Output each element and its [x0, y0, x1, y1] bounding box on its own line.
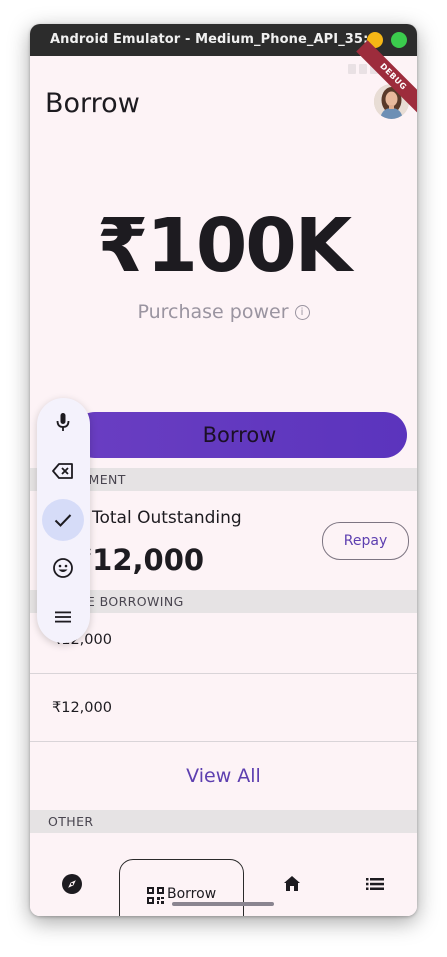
divider [30, 741, 417, 742]
mic-button[interactable] [42, 401, 84, 443]
backspace-icon [52, 463, 73, 479]
borrow-button[interactable]: Borrow [72, 412, 407, 458]
nav-item-borrow[interactable]: Borrow [119, 859, 244, 916]
done-button[interactable] [42, 499, 84, 541]
repay-button[interactable]: Repay [322, 522, 409, 560]
app-screen: DEBUG Borrow ₹100K Purchase power i Borro… [30, 40, 417, 916]
mic-icon [56, 413, 70, 431]
emoji-icon [53, 558, 73, 578]
purchase-power-row: Purchase power i [30, 301, 417, 323]
emulator-window: Android Emulator - Medium_Phone_API_35:.… [30, 24, 417, 916]
home-icon[interactable] [280, 872, 304, 896]
menu-icon [55, 611, 71, 623]
view-all-link[interactable]: View All [30, 765, 417, 787]
nav-label-borrow: Borrow [167, 886, 217, 902]
info-icon[interactable]: i [294, 305, 310, 320]
menu-button[interactable] [42, 596, 84, 638]
maximize-button[interactable] [391, 32, 407, 48]
list-item[interactable]: ₹12,000 [30, 682, 417, 742]
outstanding-label: Total Outstanding [92, 508, 242, 528]
borrowing-amount: ₹12,000 [52, 700, 112, 716]
list-icon[interactable] [363, 872, 387, 896]
section-header-other: OTHER [30, 810, 417, 833]
section-label: OTHER [48, 814, 94, 829]
purchase-power-label: Purchase power [137, 301, 289, 323]
outstanding-amount: ₹12,000 [72, 543, 205, 577]
keyboard-toolbar [37, 398, 90, 643]
divider [30, 673, 417, 674]
qr-code-icon [147, 887, 164, 904]
bottom-navigation: Borrow [30, 854, 417, 916]
compass-icon[interactable] [60, 872, 84, 896]
page-title: Borrow [45, 88, 140, 119]
gesture-home-indicator[interactable] [172, 902, 274, 906]
backspace-button[interactable] [42, 450, 84, 492]
purchase-power-amount: ₹100K [96, 203, 352, 289]
window-title: Android Emulator - Medium_Phone_API_35:.… [50, 32, 384, 47]
check-icon [54, 514, 72, 527]
emoji-button[interactable] [42, 547, 84, 589]
